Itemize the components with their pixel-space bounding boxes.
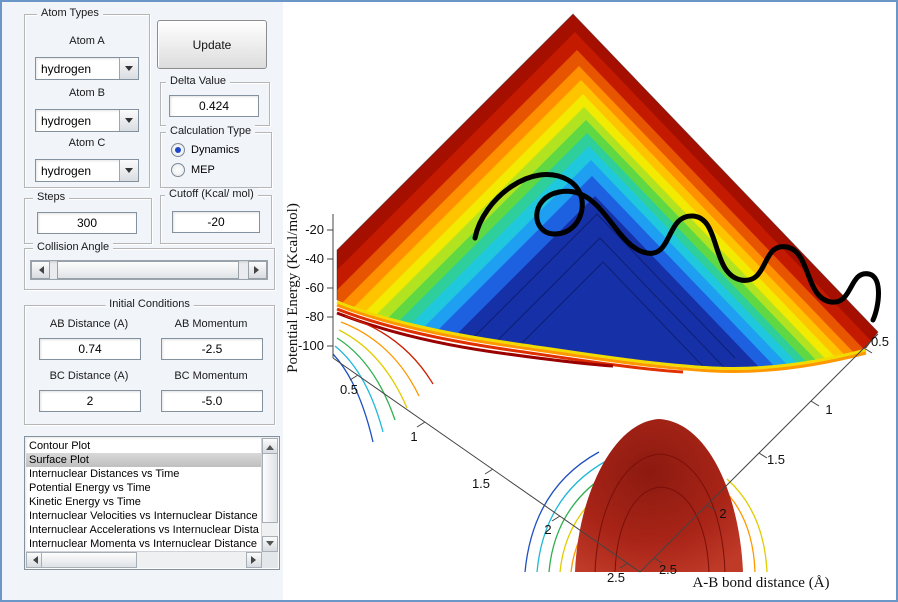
plot-list-item[interactable]: Contour Plot [26, 439, 262, 453]
cutoff-input[interactable] [172, 211, 260, 233]
plot-list-item[interactable]: Internuclear Distances vs Time [26, 467, 262, 481]
plot-list-item[interactable]: Internuclear Accelerations vs Internucle… [26, 523, 262, 537]
scroll-down-icon[interactable] [262, 536, 278, 552]
plot-list-item[interactable]: Kinetic Energy vs Time [26, 495, 262, 509]
dropdown-arrow-icon[interactable] [119, 58, 138, 79]
x-axis-label: A-B bond distance (Å) [692, 575, 829, 591]
app-window: Atom Types Atom A hydrogen Atom B hydrog… [0, 0, 898, 602]
slider-left-arrow-icon[interactable] [31, 261, 50, 279]
horizontal-scroll-thumb[interactable] [41, 552, 137, 568]
atom-types-title: Atom Types [37, 7, 103, 19]
ab-distance-input[interactable] [39, 338, 141, 360]
atom-c-value: hydrogen [41, 163, 92, 178]
ab-tick: 1 [825, 402, 832, 417]
z-axis-label: Potential Energy (Kcal/mol) [285, 203, 301, 373]
steps-input[interactable] [37, 212, 137, 234]
atom-c-label: Atom C [68, 137, 106, 149]
calculation-type-title: Calculation Type [166, 125, 256, 137]
plot-list: Contour Plot Surface Plot Internuclear D… [26, 439, 262, 552]
z-tick: -100 [298, 338, 324, 353]
radio-mep[interactable]: MEP [171, 163, 215, 177]
initial-conditions-panel: Initial Conditions AB Distance (A) AB Mo… [24, 298, 275, 425]
horizontal-scrollbar[interactable] [26, 551, 262, 568]
dropdown-arrow-icon[interactable] [119, 160, 138, 181]
surface-plot: -20 -40 -60 -80 -100 0.5 1 1.5 2 2.5 0.5… [283, 2, 896, 600]
cutoff-title: Cutoff (Kcal/ mol) [165, 188, 258, 200]
slider-thumb[interactable] [57, 261, 239, 279]
radio-dot[interactable] [171, 163, 185, 177]
bc-tick: 1 [410, 429, 417, 444]
initial-conditions-title: Initial Conditions [105, 298, 194, 310]
plot-list-item[interactable]: Potential Energy vs Time [26, 481, 262, 495]
bc-tick: 2.5 [607, 570, 625, 585]
steps-panel: Steps [24, 191, 152, 244]
ab-momentum-label: AB Momentum [174, 318, 248, 330]
bc-tick: 0.5 [340, 382, 358, 397]
bc-momentum-label: BC Momentum [174, 370, 248, 382]
radio-mep-label: MEP [191, 164, 215, 176]
scroll-left-icon[interactable] [26, 552, 42, 568]
radio-dynamics-label: Dynamics [191, 144, 240, 156]
plot-list-item[interactable]: Internuclear Momenta vs Internuclear Dis… [26, 537, 262, 551]
delta-value-title: Delta Value [166, 75, 231, 87]
bc-tick: 1.5 [472, 476, 490, 491]
plot-list-item[interactable]: Surface Plot [26, 453, 262, 467]
bc-distance-input[interactable] [39, 390, 141, 412]
ab-tick: 1.5 [767, 452, 785, 467]
atom-types-panel: Atom Types Atom A hydrogen Atom B hydrog… [24, 7, 150, 188]
z-tick: -60 [305, 280, 324, 295]
vertical-scroll-thumb[interactable] [262, 453, 278, 523]
z-tick: -40 [305, 251, 324, 266]
ab-tick: 0.5 [871, 334, 889, 349]
ab-tick: 2 [719, 506, 726, 521]
atom-b-dropdown[interactable]: hydrogen [35, 109, 139, 132]
atom-a-dropdown[interactable]: hydrogen [35, 57, 139, 80]
atom-b-value: hydrogen [41, 113, 92, 128]
cutoff-panel: Cutoff (Kcal/ mol) [160, 188, 272, 244]
bc-tick: 2 [544, 522, 551, 537]
plot-type-listbox: Contour Plot Surface Plot Internuclear D… [24, 436, 280, 570]
scroll-up-icon[interactable] [262, 438, 278, 454]
calculation-type-panel: Calculation Type Dynamics MEP [160, 125, 272, 188]
dropdown-arrow-icon[interactable] [119, 110, 138, 131]
slider-right-arrow-icon[interactable] [248, 261, 267, 279]
steps-title: Steps [33, 191, 70, 203]
ab-tick: 2.5 [659, 562, 677, 577]
vertical-scrollbar[interactable] [261, 438, 278, 552]
atom-c-dropdown[interactable]: hydrogen [35, 159, 139, 182]
bc-momentum-input[interactable] [161, 390, 263, 412]
delta-value-panel: Delta Value [160, 75, 270, 126]
atom-a-value: hydrogen [41, 61, 92, 76]
atom-b-label: Atom B [68, 87, 106, 99]
z-tick: -80 [305, 309, 324, 324]
scrollbar-corner [262, 552, 278, 568]
delta-value-input[interactable] [169, 95, 259, 117]
scroll-right-icon[interactable] [246, 552, 262, 568]
collision-angle-slider[interactable] [30, 260, 268, 280]
radio-dot[interactable] [171, 143, 185, 157]
ab-momentum-input[interactable] [161, 338, 263, 360]
plot-list-item[interactable]: Internuclear Velocities vs Internuclear … [26, 509, 262, 523]
collision-angle-panel: Collision Angle [24, 241, 275, 290]
ab-distance-label: AB Distance (A) [49, 318, 129, 330]
collision-angle-title: Collision Angle [33, 241, 114, 253]
atom-a-label: Atom A [69, 35, 105, 47]
bc-distance-label: BC Distance (A) [49, 370, 129, 382]
radio-dynamics[interactable]: Dynamics [171, 143, 239, 157]
z-tick: -20 [305, 222, 324, 237]
update-button[interactable]: Update [157, 20, 267, 69]
